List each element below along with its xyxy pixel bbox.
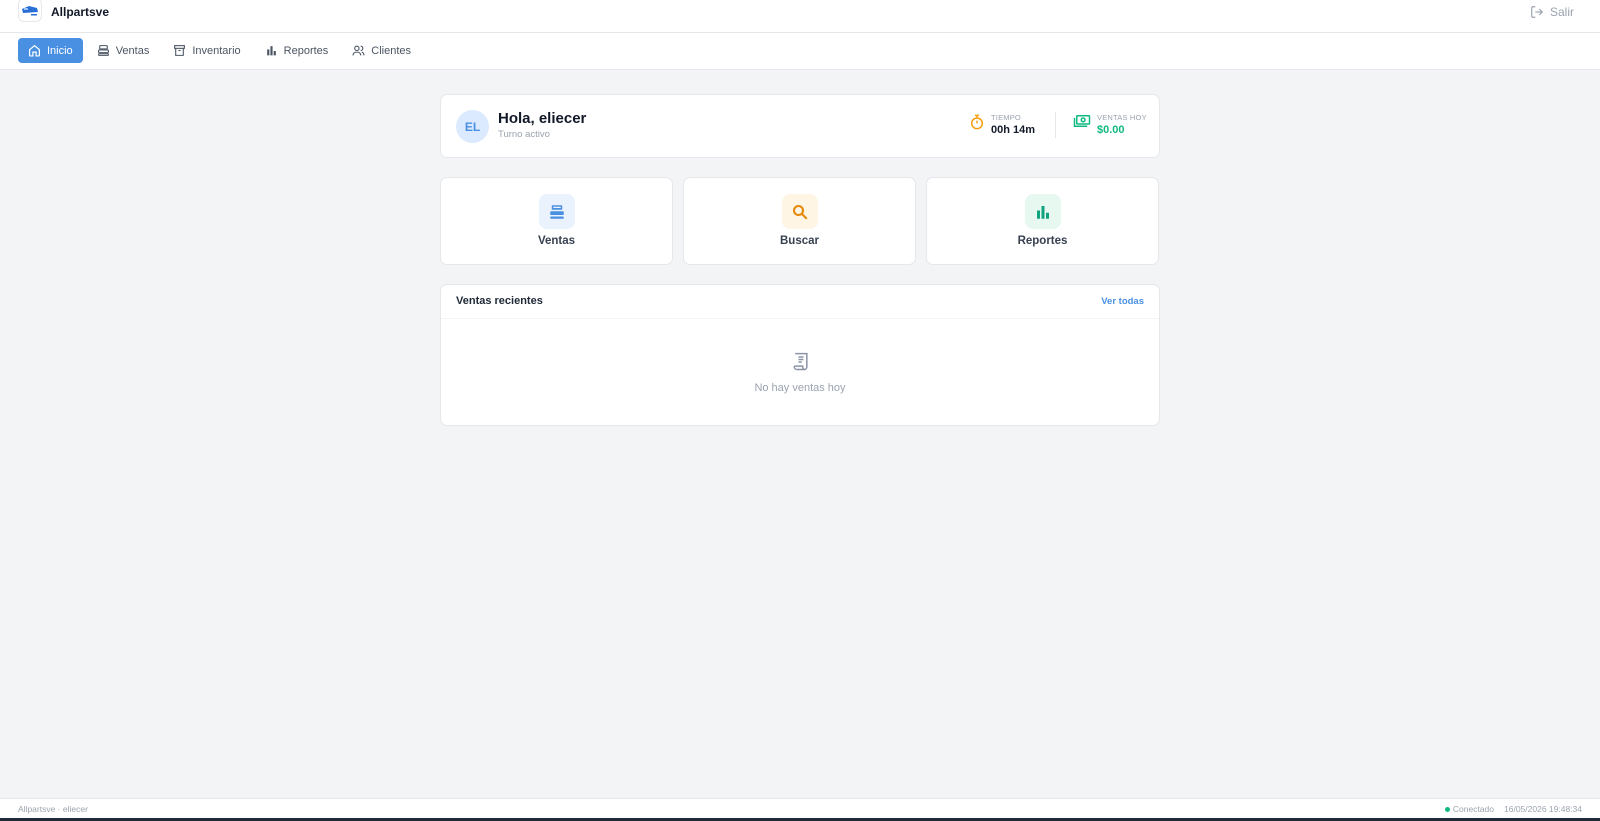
register-icon xyxy=(549,204,564,219)
welcome-card: EL Hola, eliecer Turno activo TIEMPO 00h… xyxy=(440,94,1160,158)
view-all-link[interactable]: Ver todas xyxy=(1101,296,1144,307)
nav-tab-inicio[interactable]: Inicio xyxy=(18,38,83,63)
nav-tab-label: Ventas xyxy=(115,44,150,57)
sales-label: VENTAS HOY xyxy=(1097,113,1147,122)
action-icon-box xyxy=(781,194,818,229)
connection-label: Conectado xyxy=(1452,804,1494,814)
logout-button[interactable]: Salir xyxy=(1530,5,1574,19)
action-label: Reportes xyxy=(1017,235,1068,247)
action-label: Buscar xyxy=(780,235,819,247)
recent-sales-title: Ventas recientes xyxy=(456,295,543,307)
empty-state-text: No hay ventas hoy xyxy=(754,382,846,394)
status-bar: Allpartsve · eliecer Conectado 16/05/202… xyxy=(0,798,1600,818)
action-icon-box xyxy=(1024,194,1061,229)
users-icon xyxy=(352,45,365,56)
action-card-buscar[interactable]: Buscar xyxy=(683,177,916,265)
bar-chart-icon xyxy=(266,46,276,56)
nav-tab-reportes[interactable]: Reportes xyxy=(255,38,339,63)
main-nav: Inicio Ventas Inventario Reportes Client… xyxy=(0,33,1600,70)
time-label: TIEMPO xyxy=(991,113,1021,122)
avatar: EL xyxy=(456,110,489,143)
nav-tab-label: Clientes xyxy=(371,44,412,57)
status-dot-icon xyxy=(1444,807,1450,813)
greeting: Hola, eliecer xyxy=(498,110,587,127)
nav-tab-label: Reportes xyxy=(283,44,329,57)
home-icon xyxy=(29,44,40,57)
app-logo xyxy=(18,0,42,22)
receipt-icon xyxy=(793,352,808,371)
time-value: 00h 14m xyxy=(991,124,1036,136)
connection-status: Conectado xyxy=(1444,804,1494,814)
action-card-reportes[interactable]: Reportes xyxy=(926,177,1159,265)
nav-tab-clientes[interactable]: Clientes xyxy=(342,38,421,63)
money-icon xyxy=(1073,115,1091,127)
bar-chart-icon xyxy=(1036,205,1049,219)
top-bar: Allpartsve Salir xyxy=(0,0,1600,33)
footer-datetime: 16/05/2026 19:48:34 xyxy=(1504,804,1582,814)
recent-sales-panel: Ventas recientes Ver todas No hay ventas… xyxy=(440,284,1160,426)
logout-label: Salir xyxy=(1549,5,1574,19)
search-icon xyxy=(792,204,807,219)
recent-sales-header: Ventas recientes Ver todas xyxy=(441,285,1159,319)
nav-tab-inventario[interactable]: Inventario xyxy=(163,38,250,63)
stopwatch-icon xyxy=(970,114,984,130)
app-name: Allpartsve xyxy=(51,5,110,19)
nav-tab-ventas[interactable]: Ventas xyxy=(87,38,160,63)
sales-today-stat: VENTAS HOY $0.00 xyxy=(1073,113,1147,136)
shift-status: Turno activo xyxy=(498,129,550,140)
action-card-ventas[interactable]: Ventas xyxy=(440,177,673,265)
nav-tab-label: Inicio xyxy=(47,44,73,57)
register-icon xyxy=(97,45,109,56)
stat-divider xyxy=(1055,112,1056,138)
time-stat: TIEMPO 00h 14m xyxy=(969,113,1035,136)
action-icon-box xyxy=(538,194,575,229)
footer-session: Allpartsve · eliecer xyxy=(18,804,88,814)
logout-icon xyxy=(1531,6,1544,18)
logo-icon xyxy=(22,6,38,16)
action-label: Ventas xyxy=(537,235,576,247)
archive-icon xyxy=(174,45,186,56)
sales-value: $0.00 xyxy=(1097,124,1125,136)
nav-tab-label: Inventario xyxy=(192,44,241,57)
